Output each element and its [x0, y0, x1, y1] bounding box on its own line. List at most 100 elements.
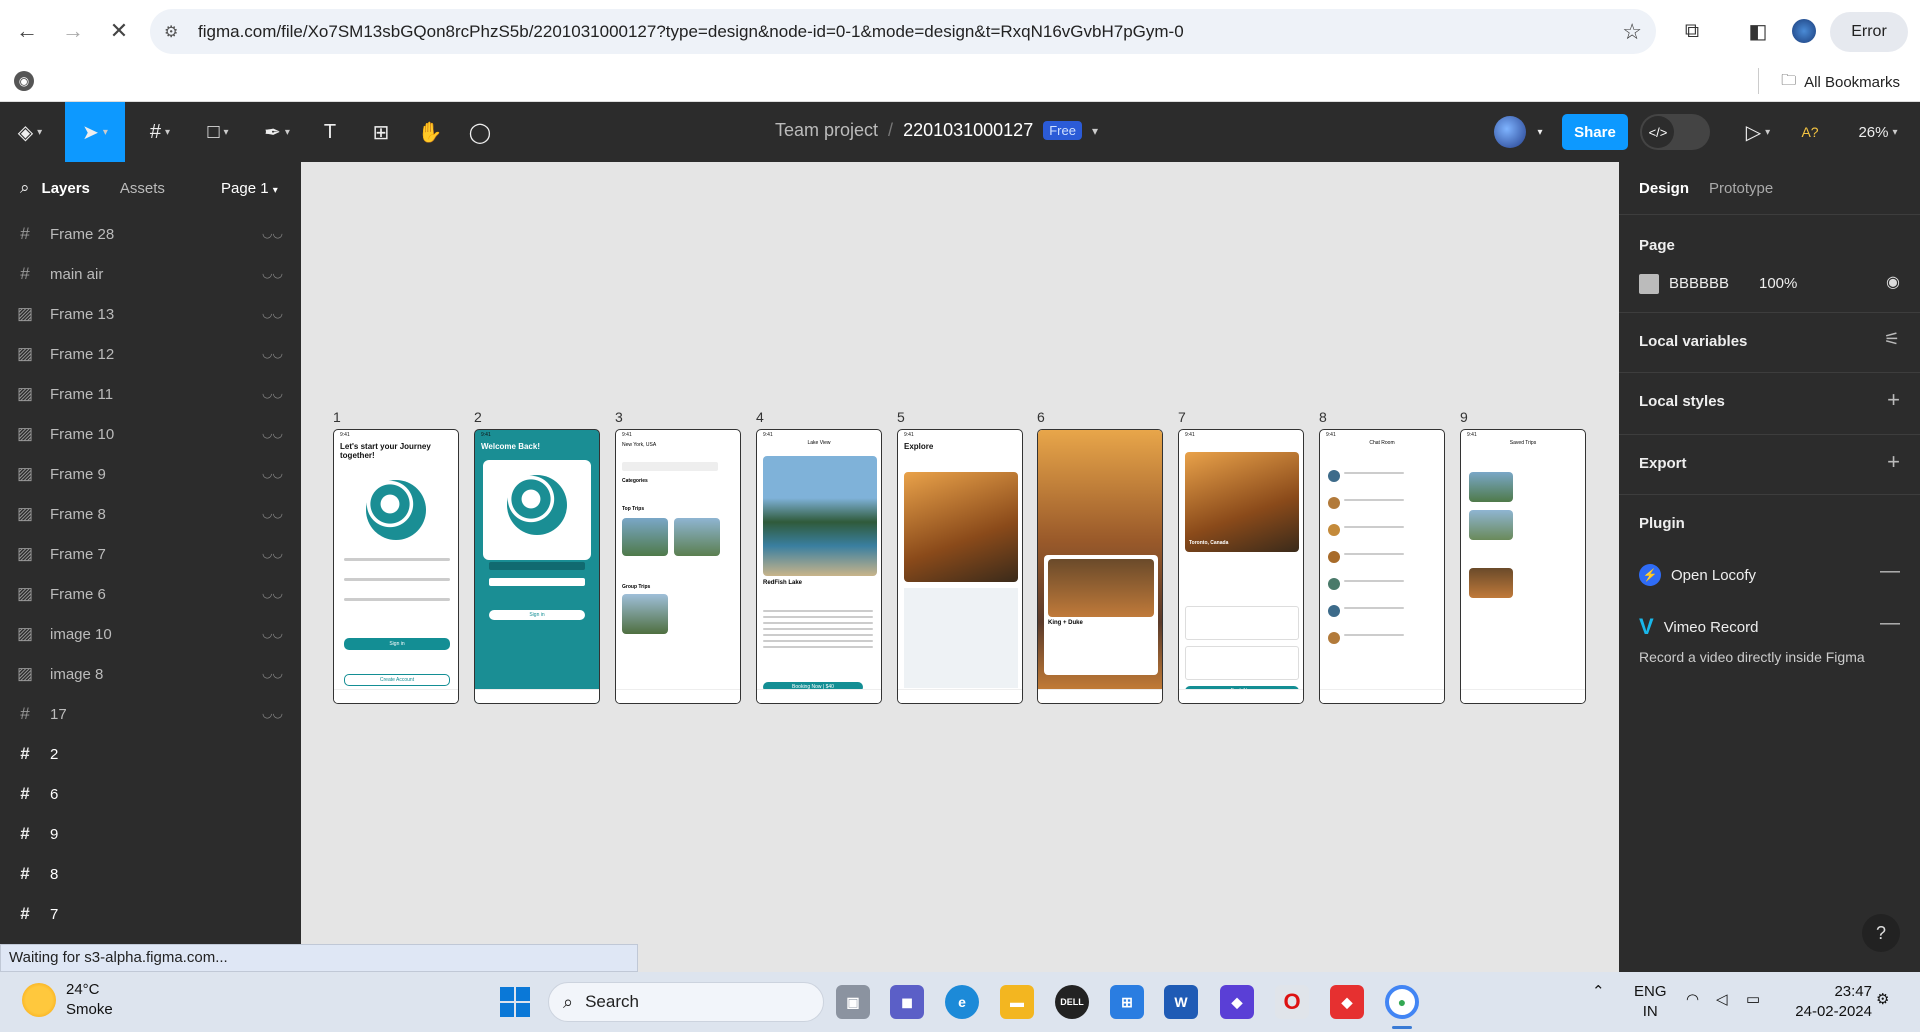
hand-tool-button[interactable]: ✋ [410, 102, 450, 162]
user-avatar[interactable] [1494, 116, 1526, 148]
design-frame[interactable]: 9:41 Lake View RedFish Lake Booking Now | $… [756, 429, 882, 704]
bookmark-star-icon[interactable]: ☆ [1622, 19, 1642, 45]
tab-layers[interactable]: Layers [42, 180, 90, 197]
remove-plugin-icon[interactable]: — [1880, 612, 1900, 635]
forward-icon[interactable]: → [54, 12, 92, 50]
design-frame[interactable]: 9:41 Let's start your Journey together! Si… [333, 429, 459, 704]
search-icon[interactable]: ⌕ [20, 178, 30, 198]
chrome-icon[interactable]: ● [1385, 985, 1419, 1019]
plugin-open-locofy[interactable]: ⚡ Open Locofy [1639, 564, 1756, 586]
layer-item[interactable]: #9 [0, 814, 301, 854]
profile-avatar[interactable] [1786, 12, 1822, 50]
layer-item[interactable]: # Frame 28 ◡◡ [0, 214, 301, 254]
design-frame[interactable]: 9:41 Welcome Back! Sign in [474, 429, 600, 704]
copilot-icon[interactable]: ◆ [1220, 985, 1254, 1019]
design-frame[interactable]: 9:41 Explore [897, 429, 1023, 704]
hidden-eye-icon[interactable]: ◡◡ [262, 346, 283, 360]
eye-icon[interactable]: ◉ [1886, 272, 1900, 292]
frame-label[interactable]: 3 [615, 409, 623, 425]
tab-design[interactable]: Design [1639, 180, 1689, 197]
error-button[interactable]: Error [1830, 12, 1908, 52]
layer-item[interactable]: # main air ◡◡ [0, 254, 301, 294]
frame-label[interactable]: 2 [474, 409, 482, 425]
shape-tool-button[interactable]: □ ▾ [193, 102, 243, 162]
resources-button[interactable]: ⊞ [361, 102, 401, 162]
volume-icon[interactable]: ◁ [1716, 990, 1728, 1010]
chevron-down-icon[interactable]: ▾ [1530, 102, 1550, 162]
hidden-eye-icon[interactable]: ◡◡ [262, 386, 283, 400]
file-explorer-icon[interactable]: ▬ [1000, 985, 1034, 1019]
hidden-eye-icon[interactable]: ◡◡ [262, 626, 283, 640]
design-frame[interactable]: 9:41 New York, USA Categories Top Trips Grou… [615, 429, 741, 704]
layer-item[interactable]: ▨ Frame 8 ◡◡ [0, 494, 301, 534]
frame-label[interactable]: 4 [756, 409, 764, 425]
hidden-eye-icon[interactable]: ◡◡ [262, 266, 283, 280]
language-indicator[interactable]: ENG IN [1634, 982, 1667, 1022]
hidden-eye-icon[interactable]: ◡◡ [262, 506, 283, 520]
side-panel-icon[interactable]: ◧ [1740, 12, 1776, 50]
frame-label[interactable]: 6 [1037, 409, 1045, 425]
plugin-vimeo-record[interactable]: V Vimeo Record [1639, 614, 1758, 640]
all-bookmarks[interactable]: 🗀 All Bookmarks [1781, 70, 1900, 95]
layer-item[interactable]: ▨ Frame 7 ◡◡ [0, 534, 301, 574]
text-tool-button[interactable]: T [310, 102, 350, 162]
page-selector[interactable]: Page 1 ▾ [221, 180, 278, 197]
comment-tool-button[interactable]: ◯ [460, 102, 500, 162]
back-icon[interactable]: ← [8, 12, 46, 50]
chevron-up-icon[interactable]: ⌃ [1592, 982, 1605, 1002]
taskbar-search[interactable]: ⌕ Search [548, 982, 824, 1022]
dev-mode-toggle[interactable]: </> [1640, 114, 1710, 150]
help-button[interactable]: ? [1862, 914, 1900, 952]
layer-item[interactable]: #7 [0, 894, 301, 934]
present-button[interactable]: ▷ ▾ [1733, 102, 1783, 162]
task-view-icon[interactable]: ▣ [836, 985, 870, 1019]
layer-item[interactable]: ▨ Frame 12 ◡◡ [0, 334, 301, 374]
notification-icon[interactable]: ⚙ [1876, 990, 1889, 1010]
layer-item[interactable]: ▨ Frame 6 ◡◡ [0, 574, 301, 614]
file-name[interactable]: 2201031000127 [903, 120, 1033, 141]
main-menu-button[interactable]: ◈ ▾ [0, 102, 60, 162]
layer-item[interactable]: ▨ image 10 ◡◡ [0, 614, 301, 654]
layer-item[interactable]: #6 [0, 774, 301, 814]
store-icon[interactable]: ⊞ [1110, 985, 1144, 1019]
layer-item[interactable]: ▨ image 8 ◡◡ [0, 654, 301, 694]
design-frame[interactable]: 9:41 Saved Trips [1460, 429, 1586, 704]
frame-label[interactable]: 1 [333, 409, 341, 425]
hidden-eye-icon[interactable]: ◡◡ [262, 466, 283, 480]
layer-item[interactable]: ▨ Frame 9 ◡◡ [0, 454, 301, 494]
frame-tool-button[interactable]: # ▾ [135, 102, 185, 162]
zoom-menu[interactable]: 26% ▾ [1848, 102, 1908, 162]
battery-icon[interactable]: ▭ [1746, 990, 1760, 1010]
hidden-eye-icon[interactable]: ◡◡ [262, 666, 283, 680]
hidden-eye-icon[interactable]: ◡◡ [262, 706, 283, 720]
teams-icon[interactable]: ◼ [890, 985, 924, 1019]
remove-plugin-icon[interactable]: — [1880, 560, 1900, 583]
local-variables[interactable]: Local variables [1639, 333, 1747, 350]
url-text[interactable]: figma.com/file/Xo7SM13sbGQon8rcPhzS5b/22… [198, 22, 1184, 42]
add-style-icon[interactable]: + [1887, 387, 1900, 413]
extensions-icon[interactable]: ⧉ [1674, 12, 1710, 50]
layer-item[interactable]: ▨ Frame 11 ◡◡ [0, 374, 301, 414]
hidden-eye-icon[interactable]: ◡◡ [262, 546, 283, 560]
hidden-eye-icon[interactable]: ◡◡ [262, 586, 283, 600]
hidden-eye-icon[interactable]: ◡◡ [262, 306, 283, 320]
globe-icon[interactable]: ◉ [14, 71, 34, 91]
wifi-icon[interactable]: ◠ [1686, 990, 1699, 1010]
page-opacity[interactable]: 100% [1759, 275, 1797, 292]
layer-item[interactable]: #17 ◡◡ [0, 694, 301, 734]
word-icon[interactable]: W [1164, 985, 1198, 1019]
hidden-eye-icon[interactable]: ◡◡ [262, 426, 283, 440]
opera-icon[interactable]: O [1275, 985, 1309, 1019]
design-frame[interactable]: 9:41 Chat Room [1319, 429, 1445, 704]
frame-label[interactable]: 8 [1319, 409, 1327, 425]
move-tool-button[interactable]: ➤ ▾ [65, 102, 125, 162]
font-warning[interactable]: A? [1795, 102, 1825, 162]
layer-item[interactable]: #8 [0, 854, 301, 894]
variables-icon[interactable]: ⚟ [1884, 329, 1900, 350]
tab-prototype[interactable]: Prototype [1709, 180, 1773, 197]
layer-item[interactable]: ▨ Frame 13 ◡◡ [0, 294, 301, 334]
tab-assets[interactable]: Assets [120, 180, 165, 197]
site-info-icon[interactable]: ⚙ [164, 22, 188, 42]
pen-tool-button[interactable]: ✒ ▾ [252, 102, 302, 162]
edge-icon[interactable]: e [945, 985, 979, 1019]
